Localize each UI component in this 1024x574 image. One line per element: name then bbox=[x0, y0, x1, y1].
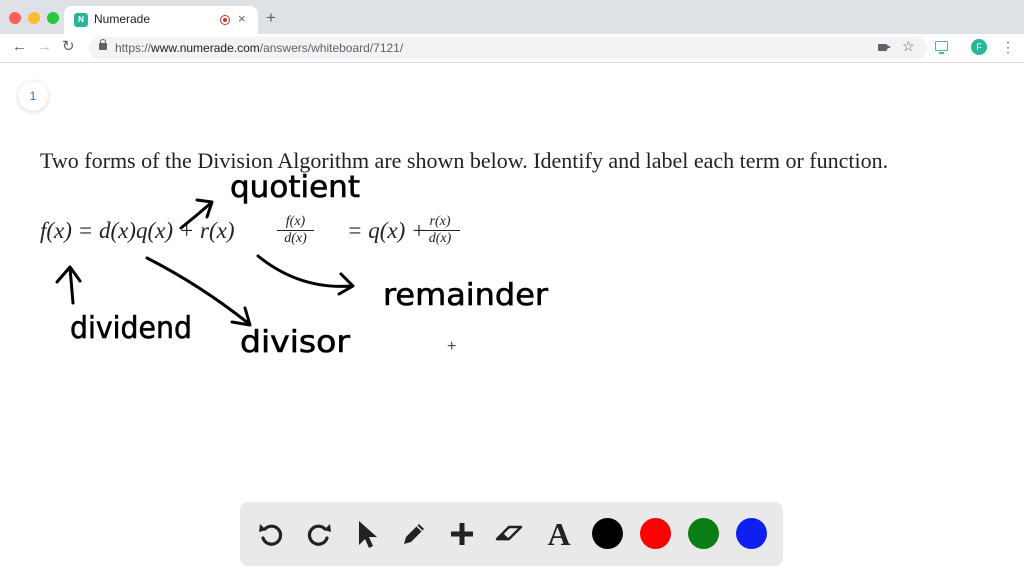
pointer-icon[interactable] bbox=[352, 519, 382, 549]
redo-icon[interactable] bbox=[304, 519, 334, 549]
pen-icon[interactable] bbox=[399, 519, 429, 549]
dividend-arrow bbox=[68, 266, 75, 305]
color-black-swatch[interactable] bbox=[592, 518, 623, 549]
undo-icon[interactable] bbox=[256, 519, 286, 549]
crosshair-cursor-icon: + bbox=[447, 338, 457, 355]
handwritten-annotations: quotient remainder dividend divisor bbox=[55, 170, 549, 360]
plus-icon[interactable] bbox=[447, 519, 477, 549]
dividend-arrowhead bbox=[55, 265, 82, 284]
label-dividend: dividend bbox=[70, 311, 192, 346]
label-quotient: quotient bbox=[230, 170, 360, 205]
eraser-icon[interactable] bbox=[495, 519, 525, 549]
whiteboard-tool-palette: A bbox=[240, 502, 783, 566]
remainder-arrow bbox=[256, 254, 354, 288]
color-blue-swatch[interactable] bbox=[736, 518, 767, 549]
remainder-arrowhead bbox=[337, 272, 355, 296]
label-remainder: remainder bbox=[383, 278, 549, 313]
color-green-swatch[interactable] bbox=[688, 518, 719, 549]
text-tool-icon[interactable]: A bbox=[544, 516, 574, 552]
color-red-swatch[interactable] bbox=[640, 518, 671, 549]
label-divisor: divisor bbox=[240, 325, 351, 360]
